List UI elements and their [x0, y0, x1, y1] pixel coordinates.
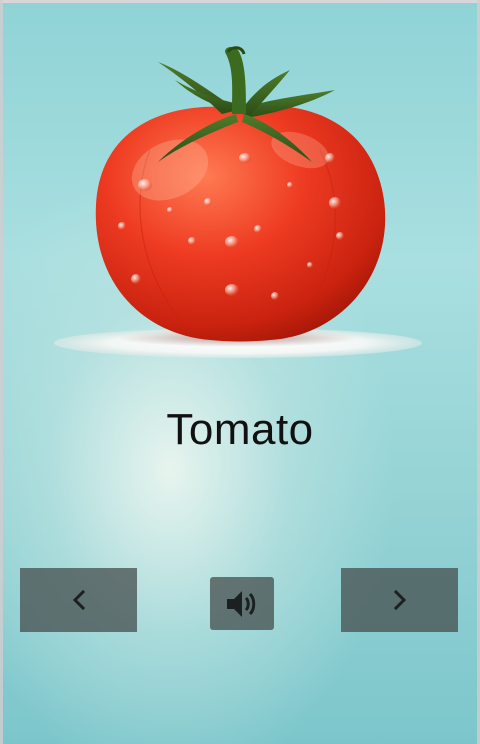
tomato-icon — [54, 46, 422, 358]
previous-button[interactable] — [20, 568, 137, 632]
play-sound-button[interactable] — [210, 577, 274, 630]
chevron-right-icon — [393, 589, 406, 611]
chevron-left-icon — [72, 589, 85, 611]
next-button[interactable] — [341, 568, 458, 632]
flashcard-word: Tomato — [166, 405, 314, 454]
tomato-illustration — [0, 0, 480, 380]
speaker-icon — [227, 590, 256, 617]
